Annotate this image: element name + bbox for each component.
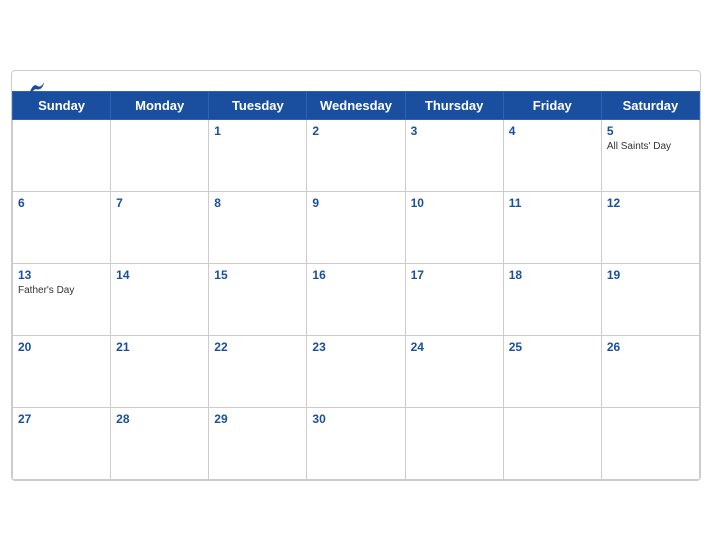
calendar-container: SundayMondayTuesdayWednesdayThursdayFrid… (11, 70, 701, 481)
calendar-cell: 12 (601, 191, 699, 263)
weekday-header-row: SundayMondayTuesdayWednesdayThursdayFrid… (13, 91, 700, 119)
calendar-cell: 24 (405, 335, 503, 407)
weekday-header-sunday: Sunday (13, 91, 111, 119)
day-number: 13 (18, 268, 105, 282)
calendar-cell: 7 (111, 191, 209, 263)
day-number: 23 (312, 340, 399, 354)
calendar-cell: 10 (405, 191, 503, 263)
calendar-cell (503, 407, 601, 479)
calendar-table: SundayMondayTuesdayWednesdayThursdayFrid… (12, 91, 700, 480)
calendar-cell: 11 (503, 191, 601, 263)
calendar-cell: 19 (601, 263, 699, 335)
day-event: All Saints' Day (607, 140, 694, 153)
calendar-tbody: 12345All Saints' Day678910111213Father's… (13, 119, 700, 479)
calendar-cell (111, 119, 209, 191)
week-row-3: 13 Father's Day 14 15 16 17 18 19 (13, 263, 700, 335)
weekday-header-saturday: Saturday (601, 91, 699, 119)
day-number: 21 (116, 340, 203, 354)
day-number: 3 (411, 124, 498, 138)
calendar-cell: 16 (307, 263, 405, 335)
calendar-cell: 21 (111, 335, 209, 407)
calendar-cell: 22 (209, 335, 307, 407)
calendar-cell: 5 All Saints' Day (601, 119, 699, 191)
day-number: 19 (607, 268, 694, 282)
day-number: 1 (214, 124, 301, 138)
day-number: 2 (312, 124, 399, 138)
weekday-header-wednesday: Wednesday (307, 91, 405, 119)
calendar-cell: 6 (13, 191, 111, 263)
calendar-cell: 3 (405, 119, 503, 191)
calendar-thead: SundayMondayTuesdayWednesdayThursdayFrid… (13, 91, 700, 119)
calendar-cell: 25 (503, 335, 601, 407)
calendar-cell: 26 (601, 335, 699, 407)
day-number: 18 (509, 268, 596, 282)
calendar-cell: 15 (209, 263, 307, 335)
day-number: 12 (607, 196, 694, 210)
day-number: 14 (116, 268, 203, 282)
day-number: 27 (18, 412, 105, 426)
day-number: 28 (116, 412, 203, 426)
calendar-cell: 17 (405, 263, 503, 335)
calendar-cell: 1 (209, 119, 307, 191)
calendar-cell: 4 (503, 119, 601, 191)
week-row-1: 12345 All Saints' Day (13, 119, 700, 191)
day-number: 16 (312, 268, 399, 282)
weekday-header-thursday: Thursday (405, 91, 503, 119)
logo-bird-icon (28, 81, 46, 95)
day-number: 22 (214, 340, 301, 354)
day-number: 25 (509, 340, 596, 354)
calendar-cell: 30 (307, 407, 405, 479)
day-number: 5 (607, 124, 694, 138)
day-number: 9 (312, 196, 399, 210)
day-number: 6 (18, 196, 105, 210)
logo-blue (28, 81, 48, 95)
day-number: 7 (116, 196, 203, 210)
calendar-cell: 28 (111, 407, 209, 479)
calendar-cell: 9 (307, 191, 405, 263)
calendar-cell: 8 (209, 191, 307, 263)
day-number: 8 (214, 196, 301, 210)
day-number: 24 (411, 340, 498, 354)
day-number: 17 (411, 268, 498, 282)
calendar-cell: 20 (13, 335, 111, 407)
weekday-header-tuesday: Tuesday (209, 91, 307, 119)
week-row-2: 6789 10 11 12 (13, 191, 700, 263)
day-number: 11 (509, 196, 596, 210)
week-row-4: 20 21 22 23 24 25 26 (13, 335, 700, 407)
logo-area (28, 81, 48, 95)
calendar-cell: 23 (307, 335, 405, 407)
calendar-cell: 13 Father's Day (13, 263, 111, 335)
day-number: 29 (214, 412, 301, 426)
weekday-header-monday: Monday (111, 91, 209, 119)
week-row-5: 27 28 29 30 (13, 407, 700, 479)
calendar-cell: 29 (209, 407, 307, 479)
calendar-cell: 18 (503, 263, 601, 335)
day-number: 26 (607, 340, 694, 354)
calendar-cell: 27 (13, 407, 111, 479)
calendar-cell (13, 119, 111, 191)
day-number: 20 (18, 340, 105, 354)
day-number: 30 (312, 412, 399, 426)
day-event: Father's Day (18, 284, 105, 297)
day-number: 4 (509, 124, 596, 138)
calendar-cell: 2 (307, 119, 405, 191)
weekday-header-friday: Friday (503, 91, 601, 119)
day-number: 15 (214, 268, 301, 282)
calendar-cell (405, 407, 503, 479)
day-number: 10 (411, 196, 498, 210)
calendar-cell (601, 407, 699, 479)
calendar-header (12, 71, 700, 91)
calendar-cell: 14 (111, 263, 209, 335)
